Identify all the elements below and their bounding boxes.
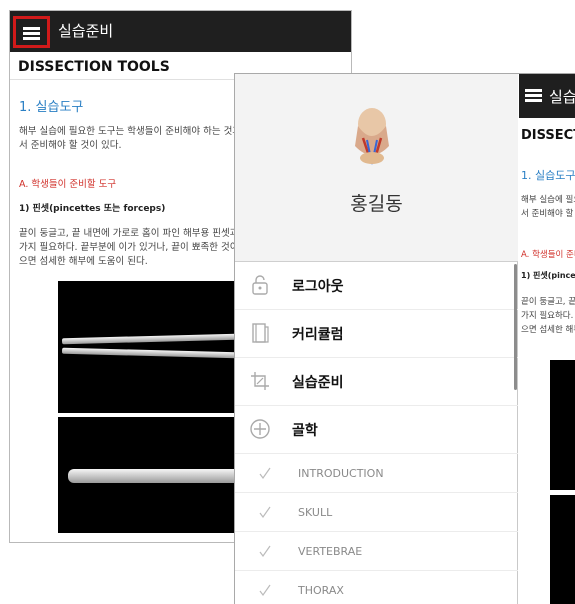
hamburger-icon (23, 27, 40, 40)
sub-item-vertebrae[interactable]: VERTEBRAE (235, 532, 518, 571)
forceps-photo-2 (550, 495, 575, 604)
content-heading: 1. 실습도구 (19, 100, 84, 115)
sub-item-thorax[interactable]: THORAX (235, 571, 518, 604)
menu-item-lab-prep[interactable]: 실습준비 (235, 358, 518, 406)
intro-line-2: 서 준비해야 할 것이 (521, 209, 575, 219)
check-icon (259, 506, 271, 519)
profile-header: 홍길동 (235, 74, 518, 262)
book-icon (252, 323, 269, 343)
sub-item-label: VERTEBRAE (298, 545, 363, 558)
subheading: A. 학생들이 준비할 도구 (521, 250, 575, 260)
content-peek: 실습준비 DISSECTION TOOLS 1. 실습도구 해부 실습에 필요한… (519, 74, 575, 604)
navigation-drawer: 홍길동 로그아웃 커리큘럼 실습준비 골학 INTRODUCTION SKULL… (235, 74, 518, 604)
menu-label: 골학 (292, 423, 318, 439)
desc-line-3: 으면 섬세한 해부에 (521, 325, 575, 335)
menu-item-osteology[interactable]: 골학 (235, 406, 518, 454)
menu-item-logout[interactable]: 로그아웃 (235, 262, 518, 310)
menu-label: 로그아웃 (292, 279, 344, 295)
sub-item-label: SKULL (298, 506, 333, 519)
intro-line-1: 해부 실습에 필요한 (521, 195, 575, 205)
sub-item-introduction[interactable]: INTRODUCTION (235, 454, 518, 493)
desc-line-2: 가지 필요하다. 끝부분에 (521, 311, 575, 321)
menu-label: 커리큘럼 (292, 327, 344, 343)
check-icon (259, 584, 271, 597)
item-title: 1) 핀셋(pincettes 또는 forceps) (521, 271, 575, 280)
subheading: A. 학생들이 준비할 도구 (19, 179, 117, 190)
item-title: 1) 핀셋(pincettes 또는 forceps) (19, 204, 166, 214)
app-bar-title: 실습준비 (58, 22, 114, 40)
check-icon (259, 545, 271, 558)
foreground-screen: 홍길동 로그아웃 커리큘럼 실습준비 골학 INTRODUCTION SKULL… (234, 73, 575, 604)
hamburger-icon[interactable] (525, 89, 542, 102)
sub-item-skull[interactable]: SKULL (235, 493, 518, 532)
crop-icon (251, 372, 269, 390)
menu-item-curriculum[interactable]: 커리큘럼 (235, 310, 518, 358)
app-bar-title: 실습준비 (549, 88, 575, 106)
user-name: 홍길동 (350, 193, 403, 215)
check-icon (259, 467, 271, 480)
lock-icon (252, 275, 268, 295)
forceps-photo-1 (550, 360, 575, 490)
drawer-menu: 로그아웃 커리큘럼 실습준비 골학 INTRODUCTION SKULL VER… (235, 262, 518, 604)
sub-item-label: THORAX (298, 584, 344, 597)
desc-line-1: 끝이 둥글고, 끝 내면에 (521, 297, 575, 307)
menu-label: 실습준비 (292, 375, 344, 391)
section-title: DISSECTION TOOLS (521, 128, 575, 143)
plus-circle-icon (250, 419, 270, 439)
content-heading: 1. 실습도구 (521, 169, 575, 182)
sub-item-label: INTRODUCTION (298, 467, 384, 480)
drawer-scrollbar[interactable] (514, 264, 517, 390)
menu-button[interactable] (13, 16, 50, 48)
app-bar: 실습준비 (519, 74, 575, 118)
app-bar: 실습준비 (10, 11, 351, 52)
anatomy-avatar-icon (355, 108, 389, 165)
